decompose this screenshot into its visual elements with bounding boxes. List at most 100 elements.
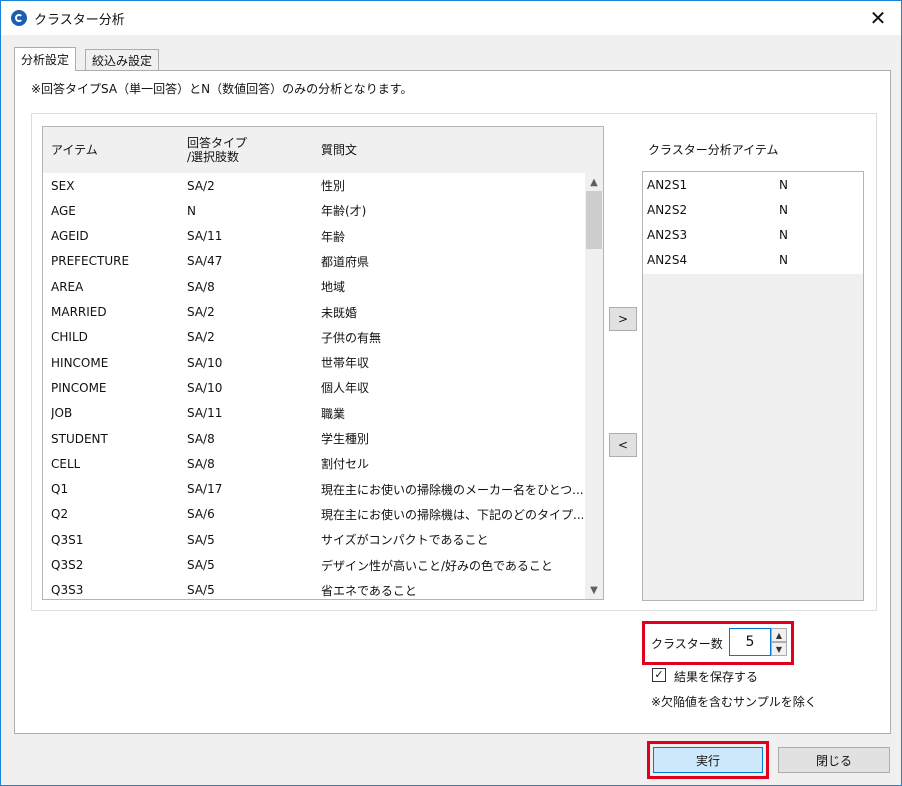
type-cell: SA/11 xyxy=(187,406,223,421)
add-item-button[interactable]: > xyxy=(609,307,637,331)
item-list-row[interactable]: AREA SA/8 地域 xyxy=(43,274,583,299)
item-cell: CELL xyxy=(51,456,81,471)
save-result-label[interactable]: 結果を保存する xyxy=(674,668,758,685)
checkmark-icon: ✓ xyxy=(654,668,664,681)
cluster-count-label: クラスター数 xyxy=(651,637,723,651)
spin-down-icon[interactable]: ▼ xyxy=(771,642,787,656)
item-cell: CHILD xyxy=(51,330,88,345)
notice-text: ※回答タイプSA（単一回答）とN（数値回答）のみの分析となります。 xyxy=(31,82,413,96)
item-cell: JOB xyxy=(51,406,73,421)
title-bar: クラスター分析 ✕ xyxy=(1,1,901,35)
column-header-type[interactable]: 回答タイプ /選択肢数 xyxy=(187,127,247,173)
question-cell: 割付セル xyxy=(321,457,370,472)
cluster-item-name: AN2S1 xyxy=(647,177,688,192)
item-cell: Q3S1 xyxy=(51,532,84,547)
cluster-item-name: AN2S3 xyxy=(647,227,688,242)
item-list-row[interactable]: AGEID SA/11 年齢 xyxy=(43,224,583,249)
save-result-checkbox[interactable]: ✓ xyxy=(652,668,666,682)
type-cell: SA/10 xyxy=(187,380,223,395)
cluster-item-type: N xyxy=(779,252,788,267)
item-cell: Q2 xyxy=(51,507,69,522)
tab-filter-settings[interactable]: 絞込み設定 xyxy=(85,49,160,71)
question-cell: 職業 xyxy=(321,406,346,421)
cluster-item-type: N xyxy=(779,227,788,242)
tab-analysis-settings[interactable]: 分析設定 xyxy=(14,47,77,71)
item-cell: MARRIED xyxy=(51,305,107,319)
item-cell: AGE xyxy=(51,203,76,218)
cluster-item-type: N xyxy=(779,177,788,192)
question-cell: 地域 xyxy=(321,280,346,295)
item-list-row[interactable]: Q1 SA/17 現在主にお使いの掃除機のメーカー名をひとつ... xyxy=(43,477,583,502)
item-cell: SEX xyxy=(51,178,75,193)
question-cell: 子供の有無 xyxy=(321,330,382,345)
type-cell: SA/5 xyxy=(187,532,215,547)
item-list-row[interactable]: Q3S3 SA/5 省エネであること xyxy=(43,578,583,599)
item-cell: PREFECTURE xyxy=(51,254,130,269)
cluster-item-rows: AN2S1 N AN2S2 N AN2S3 N AN2S4 N xyxy=(643,172,863,274)
item-cell: PINCOME xyxy=(51,380,107,395)
item-list-row[interactable]: JOB SA/11 職業 xyxy=(43,401,583,426)
scroll-thumb[interactable] xyxy=(586,191,602,249)
question-cell: 年齢(才) xyxy=(321,204,367,219)
question-cell: 未既婚 xyxy=(321,305,358,320)
item-list-row[interactable]: Q2 SA/6 現在主にお使いの掃除機は、下記のどのタイプ... xyxy=(43,502,583,527)
question-cell: デザイン性が高いこと/好みの色であること xyxy=(321,558,553,573)
column-header-question[interactable]: 質問文 xyxy=(321,127,357,173)
scroll-up-icon[interactable]: ▲ xyxy=(585,173,603,191)
question-cell: 個人年収 xyxy=(321,381,370,396)
type-cell: SA/8 xyxy=(187,431,215,446)
item-list-row[interactable]: Q3S1 SA/5 サイズがコンパクトであること xyxy=(43,527,583,552)
type-cell: SA/47 xyxy=(187,254,223,269)
question-cell: サイズがコンパクトであること xyxy=(321,533,489,548)
cluster-item-row[interactable]: AN2S1 N xyxy=(643,172,863,197)
question-cell: 性別 xyxy=(321,179,346,193)
item-cell: Q3S3 xyxy=(51,583,84,598)
item-list-row[interactable]: STUDENT SA/8 学生種別 xyxy=(43,426,583,451)
item-list-row[interactable]: PINCOME SA/10 個人年収 xyxy=(43,375,583,400)
column-header-item[interactable]: アイテム xyxy=(51,127,98,173)
question-cell: 年齢 xyxy=(321,229,346,244)
item-list-row[interactable]: MARRIED SA/2 未既婚 xyxy=(43,300,583,325)
question-cell: 都道府県 xyxy=(321,254,370,269)
cluster-items-label: クラスター分析アイテム xyxy=(648,143,779,157)
cluster-item-list[interactable]: AN2S1 N AN2S2 N AN2S3 N AN2S4 N xyxy=(642,171,864,601)
question-cell: 現在主にお使いの掃除機のメーカー名をひとつ... xyxy=(321,482,583,497)
item-list-scrollbar[interactable]: ▲ ▼ xyxy=(585,173,603,599)
cluster-item-row[interactable]: AN2S2 N xyxy=(643,197,863,222)
app-logo-icon xyxy=(11,10,27,26)
item-cell: Q3S2 xyxy=(51,558,84,572)
item-list-row[interactable]: Q3S2 SA/5 デザイン性が高いこと/好みの色であること xyxy=(43,553,583,578)
item-list-row[interactable]: CHILD SA/2 子供の有無 xyxy=(43,325,583,350)
question-cell: 世帯年収 xyxy=(321,356,370,371)
question-cell: 現在主にお使いの掃除機は、下記のどのタイプ... xyxy=(321,507,583,522)
item-list-row[interactable]: AGE N 年齢(才) xyxy=(43,198,583,223)
type-cell: SA/5 xyxy=(187,583,215,598)
type-cell: SA/17 xyxy=(187,482,223,497)
type-cell: SA/11 xyxy=(187,229,223,244)
type-cell: SA/2 xyxy=(187,305,215,319)
close-window-button[interactable]: ✕ xyxy=(855,1,901,35)
spin-up-icon[interactable]: ▲ xyxy=(771,628,787,642)
item-list-row[interactable]: SEX SA/2 性別 xyxy=(43,173,583,198)
item-list-header: アイテム 回答タイプ /選択肢数 質問文 xyxy=(43,127,603,173)
type-cell: SA/8 xyxy=(187,279,215,294)
cluster-item-row[interactable]: AN2S4 N xyxy=(643,247,863,272)
remove-item-button[interactable]: < xyxy=(609,433,637,457)
cluster-count-input[interactable]: 5 xyxy=(729,628,771,656)
close-button[interactable]: 閉じる xyxy=(778,747,890,773)
cluster-item-type: N xyxy=(779,202,788,217)
type-cell: SA/6 xyxy=(187,507,215,522)
item-list-row[interactable]: CELL SA/8 割付セル xyxy=(43,451,583,476)
item-list-row[interactable]: PREFECTURE SA/47 都道府県 xyxy=(43,249,583,274)
item-cell: Q1 xyxy=(51,482,69,497)
item-list[interactable]: アイテム 回答タイプ /選択肢数 質問文 SEX SA/2 性別 AGE N 年齢(才) A… xyxy=(42,126,604,600)
question-cell: 省エネであること xyxy=(321,583,417,598)
type-cell: SA/2 xyxy=(187,178,215,193)
cluster-item-row[interactable]: AN2S3 N xyxy=(643,222,863,247)
type-cell: SA/10 xyxy=(187,355,223,370)
window-title: クラスター分析 xyxy=(34,12,125,28)
run-button[interactable]: 実行 xyxy=(653,747,763,773)
item-cell: HINCOME xyxy=(51,355,109,370)
item-list-row[interactable]: HINCOME SA/10 世帯年収 xyxy=(43,350,583,375)
scroll-down-icon[interactable]: ▼ xyxy=(585,581,603,599)
